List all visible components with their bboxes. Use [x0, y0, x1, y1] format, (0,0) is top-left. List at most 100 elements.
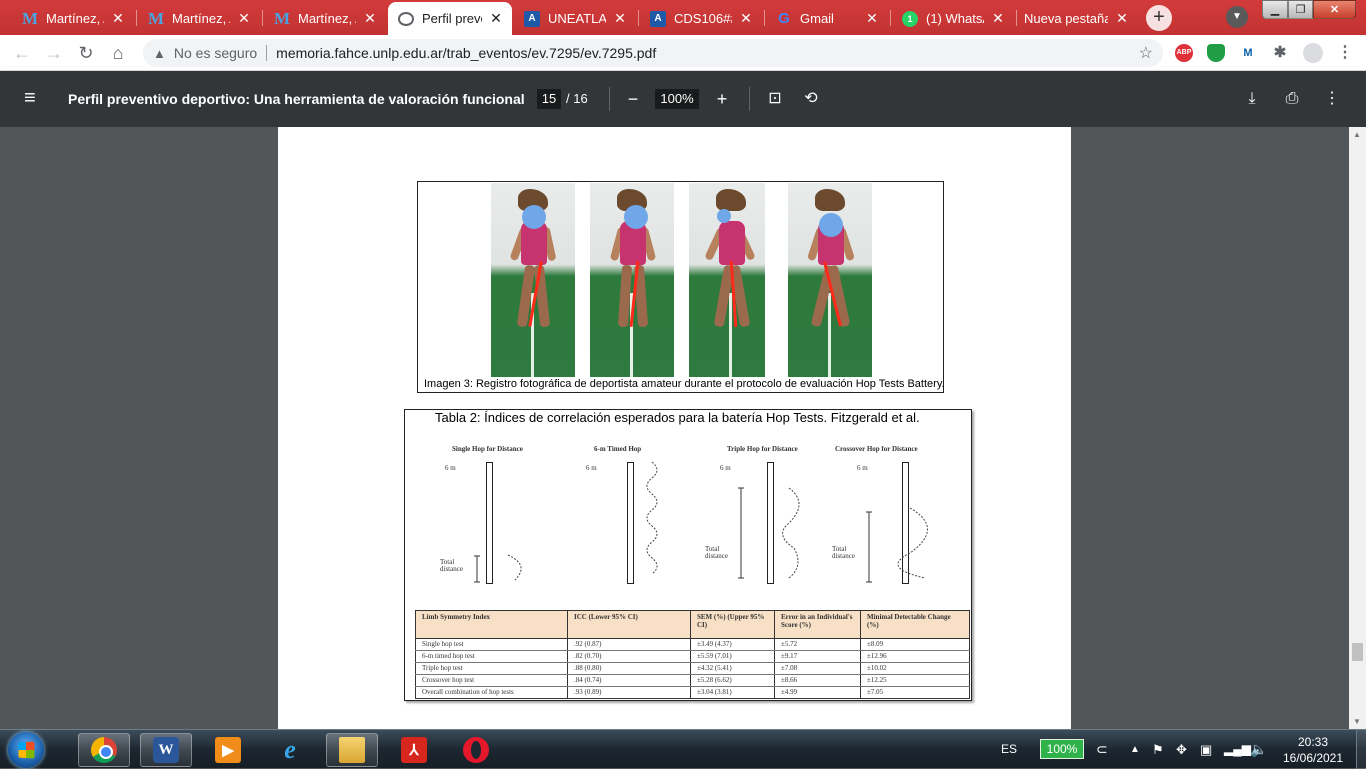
- bookmark-star-icon[interactable]: ☆: [1139, 43, 1153, 63]
- scroll-down-icon[interactable]: ▼: [1353, 717, 1361, 726]
- action-center-flag-icon[interactable]: ⚑: [1152, 730, 1164, 769]
- zoom-level-input[interactable]: 100%: [655, 89, 699, 109]
- media-player-icon: ▶: [215, 737, 241, 763]
- pdf-viewer[interactable]: Imagen 3: Registro fotográfica de deport…: [0, 127, 1366, 729]
- chrome-menu-icon[interactable]: ⋮: [1336, 44, 1354, 62]
- taskbar-word[interactable]: W: [140, 733, 192, 767]
- taskbar-opera[interactable]: [450, 733, 502, 767]
- zoom-in-button[interactable]: +: [710, 87, 734, 111]
- table-row: Overall combination of hop tests .93 (0.…: [415, 686, 970, 699]
- url-text[interactable]: memoria.fahce.unlp.edu.ar/trab_eventos/e…: [276, 45, 656, 61]
- close-window-button[interactable]: ✕: [1313, 0, 1356, 19]
- tab-title: Nueva pestaña: [1024, 11, 1108, 26]
- download-icon[interactable]: ⤓: [1240, 87, 1264, 111]
- shield-extension-icon[interactable]: [1207, 44, 1225, 62]
- usb-device-icon[interactable]: ▣: [1200, 730, 1212, 769]
- tray-expand-icon[interactable]: ▲: [1130, 730, 1140, 769]
- taskbar-media-player[interactable]: ▶: [202, 733, 254, 767]
- movistar-extension-icon[interactable]: M: [1239, 44, 1257, 62]
- table-cell: ±7.08: [774, 662, 861, 675]
- tab-gmail[interactable]: G Gmail ✕: [766, 2, 888, 35]
- table-cell: .92 (0.87): [567, 638, 691, 651]
- opera-icon: [463, 737, 489, 763]
- table-cell: ±5.28 (6.62): [690, 674, 775, 687]
- home-icon[interactable]: ⌂: [106, 41, 130, 65]
- tab-perfil-active[interactable]: Perfil preve ✕: [388, 2, 512, 35]
- address-bar[interactable]: ▲ No es seguro memoria.fahce.unlp.edu.ar…: [143, 39, 1163, 67]
- tab-close-icon[interactable]: ✕: [488, 10, 504, 27]
- tab-close-icon[interactable]: ✕: [990, 10, 1006, 27]
- battery-indicator[interactable]: 100%: [1040, 739, 1084, 759]
- power-plug-icon[interactable]: ⊂: [1096, 730, 1108, 769]
- figure-hop-photos: Imagen 3: Registro fotográfica de deport…: [417, 181, 945, 393]
- taskbar-chrome[interactable]: [78, 733, 130, 767]
- tab-title: Gmail: [800, 11, 834, 26]
- acrobat-icon: ⅄: [401, 737, 427, 763]
- tab-favicon-icon: A: [650, 10, 666, 27]
- table-cell: ±5.59 (7.01): [690, 650, 775, 663]
- print-icon[interactable]: ⎙: [1280, 87, 1304, 111]
- taskbar-acrobat[interactable]: ⅄: [388, 733, 440, 767]
- tab-close-icon[interactable]: ✕: [110, 10, 126, 27]
- tab-whatsapp[interactable]: 1 (1) WhatsA ✕: [892, 2, 1014, 35]
- folder-icon: [339, 737, 365, 763]
- table-cell: .82 (0.70): [567, 650, 691, 663]
- reload-icon[interactable]: ↻: [74, 41, 98, 65]
- table-cell: ±7.05: [860, 686, 970, 699]
- taskbar-internet-explorer[interactable]: e: [264, 733, 316, 767]
- tab-close-icon[interactable]: ✕: [738, 10, 754, 27]
- tab-close-icon[interactable]: ✕: [864, 10, 880, 27]
- adblock-extension-icon[interactable]: ABP: [1175, 44, 1193, 62]
- dropbox-icon[interactable]: ✥: [1176, 730, 1187, 769]
- tab-martinez-1[interactable]: M Martínez, A ✕: [12, 2, 134, 35]
- back-icon[interactable]: ←: [10, 41, 34, 65]
- pdf-toolbar: ≡ Perfil preventivo deportivo: Una herra…: [0, 71, 1366, 127]
- table-row: Triple hop test .88 (0.80) ±4.32 (5.41) …: [415, 662, 970, 675]
- language-indicator[interactable]: ES: [1001, 730, 1017, 769]
- tab-title: Martínez, A: [298, 11, 356, 26]
- tab-cds106[interactable]: A CDS106## ✕: [640, 2, 762, 35]
- extensions-puzzle-icon[interactable]: ✱: [1271, 44, 1289, 62]
- page-number-input[interactable]: 15: [537, 89, 561, 109]
- forward-icon[interactable]: →: [42, 41, 66, 65]
- tab-close-icon[interactable]: ✕: [1114, 10, 1130, 27]
- start-button[interactable]: [8, 732, 44, 768]
- scroll-up-icon[interactable]: ▲: [1353, 130, 1361, 139]
- taskbar-explorer[interactable]: [326, 733, 378, 767]
- tab-martinez-3[interactable]: M Martínez, A ✕: [264, 2, 386, 35]
- show-desktop-button[interactable]: [1356, 730, 1366, 769]
- table-cell: Triple hop test: [415, 662, 568, 675]
- table-cell: 6-m timed hop test: [415, 650, 568, 663]
- security-label[interactable]: No es seguro: [174, 45, 257, 61]
- system-clock[interactable]: 20:33 16/06/2021: [1282, 734, 1344, 766]
- more-options-icon[interactable]: ⋮: [1320, 87, 1344, 111]
- warning-icon[interactable]: ▲: [153, 46, 166, 61]
- vertical-scrollbar[interactable]: ▲ ▼: [1349, 127, 1366, 729]
- table-cell: Single hop test: [415, 638, 568, 651]
- tab-strip: M Martínez, A ✕ M Martínez, A ✕ M Martín…: [0, 0, 1366, 35]
- hamburger-menu-icon[interactable]: ≡: [24, 88, 42, 109]
- tab-martinez-2[interactable]: M Martínez, A ✕: [138, 2, 260, 35]
- tab-close-icon[interactable]: ✕: [612, 10, 628, 27]
- fit-page-icon[interactable]: ⊡: [763, 87, 787, 111]
- tab-close-icon[interactable]: ✕: [236, 10, 252, 27]
- tab-search-icon[interactable]: ▼: [1226, 6, 1248, 28]
- network-signal-icon[interactable]: ▂▄▆: [1224, 730, 1251, 769]
- tab-uneatlan[interactable]: A UNEATLAN ✕: [514, 2, 636, 35]
- profile-avatar[interactable]: [1303, 43, 1323, 63]
- tab-title: Martínez, A: [46, 11, 104, 26]
- tab-close-icon[interactable]: ✕: [362, 10, 378, 27]
- tab-favicon-icon: M: [21, 8, 39, 28]
- minimize-button[interactable]: ▁: [1262, 0, 1288, 19]
- clock-time: 20:33: [1297, 735, 1329, 749]
- maximize-button[interactable]: ❐: [1288, 0, 1313, 19]
- new-tab-button[interactable]: +: [1146, 5, 1172, 31]
- tab-nueva-pestana[interactable]: Nueva pestaña ✕: [1014, 2, 1138, 35]
- rotate-icon[interactable]: ⟲: [799, 87, 823, 111]
- zoom-out-button[interactable]: −: [621, 87, 645, 111]
- table-cell: ±12.96: [860, 650, 970, 663]
- scrollbar-thumb[interactable]: [1352, 643, 1363, 661]
- table-header: Minimal Detectable Change (%): [860, 610, 970, 639]
- volume-icon[interactable]: 🔈: [1250, 730, 1267, 769]
- pdf-document-title: Perfil preventivo deportivo: Una herrami…: [68, 91, 525, 107]
